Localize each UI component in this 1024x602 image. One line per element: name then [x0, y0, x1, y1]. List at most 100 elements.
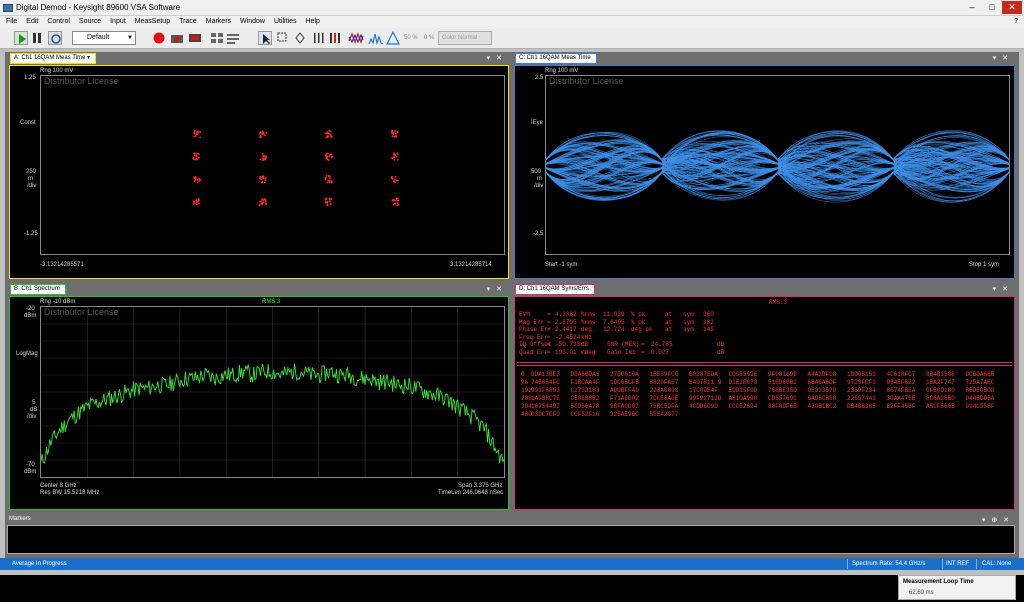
symbol-cell: EDD15F9D	[728, 387, 758, 394]
symbol-cell: 03DC7EF9	[531, 411, 560, 418]
tab-pane-b[interactable]: B: Ch1 Spectrum	[10, 284, 66, 295]
y-top-a: 1.25	[24, 75, 36, 81]
pane-d-controls[interactable]: ▾ ✕	[993, 285, 1010, 293]
app-window: Digital Demod - Keysight 89600 VSA Softw…	[0, 0, 1024, 575]
stat-cell: at	[665, 326, 673, 333]
grid-layout-icon[interactable]	[210, 31, 224, 46]
rms-label-b: RMS:3	[262, 299, 281, 305]
symbol-cell: 17C0DE4F	[689, 387, 718, 394]
menu-window[interactable]: Window	[240, 16, 265, 28]
spectrum-svg	[40, 307, 505, 477]
close-button[interactable]: ✕	[1002, 1, 1022, 14]
menu-control[interactable]: Control	[47, 16, 70, 28]
constellation-point	[390, 175, 399, 184]
spectrum-icon[interactable]	[368, 31, 384, 46]
symbol-cell: DDA13BE3	[531, 371, 560, 378]
symbol-row-index: 0	[521, 371, 525, 378]
constellation-point	[258, 130, 268, 139]
symbol-cell: 991F8853	[531, 387, 560, 394]
menu-help[interactable]: Help	[306, 16, 320, 28]
symbol-cell: 74B054FC	[531, 379, 560, 386]
y-bottom-c: -2.5	[533, 231, 544, 237]
menu-utilities[interactable]: Utilities	[274, 16, 297, 28]
pointer-icon[interactable]	[258, 31, 272, 45]
symbol-cell: 22657443	[847, 395, 876, 402]
y-unit-b: dB	[30, 407, 38, 413]
menu-source[interactable]: Source	[79, 16, 101, 28]
maximize-button[interactable]: □	[982, 1, 1002, 14]
stat-cell: 382	[703, 318, 714, 326]
stat-cell: 360	[703, 311, 714, 318]
list-view-icon[interactable]	[226, 31, 240, 46]
pause-icon[interactable]	[32, 31, 42, 46]
tab-pane-d[interactable]: D: Ch1 16QAM Syms/Errs	[515, 284, 596, 295]
pane-b-controls[interactable]: ▾ ✕	[487, 285, 504, 293]
constellation-point	[193, 130, 202, 139]
menu-input[interactable]: Input	[110, 16, 126, 28]
recording-icon[interactable]	[188, 31, 202, 46]
calibration-status[interactable]: CAL: None	[982, 558, 1011, 570]
constellation-point	[259, 152, 268, 162]
play-icon[interactable]	[14, 31, 28, 45]
band-marker-icon[interactable]	[312, 31, 324, 46]
stat-cell: kHz	[581, 333, 592, 341]
tab-pane-a[interactable]: A: Ch1 16QAM Meas Time ▾	[10, 53, 97, 64]
help-icon[interactable]: ?	[1014, 16, 1018, 28]
symbol-cell: 325AE9BC	[610, 411, 639, 418]
percent-readout-1: 50 %	[404, 35, 418, 41]
stat-cell: 0.027	[651, 348, 670, 356]
stat-cell: 11.039	[603, 311, 625, 318]
symbol-cell: 768BE35D	[768, 387, 797, 394]
stat-cell: deg	[581, 326, 592, 333]
y-top-c: 2.5	[535, 75, 544, 81]
symbol-cell: CCF52F16	[570, 411, 600, 418]
reference-status[interactable]: INT REF	[946, 558, 969, 570]
markers-table[interactable]	[7, 525, 1015, 554]
toolbar: Default ▼ 50 % 0 % Color Normal	[0, 28, 1024, 49]
wave-icon[interactable]	[348, 31, 364, 46]
restart-icon[interactable]	[48, 31, 62, 45]
y-bottom-b: -70	[26, 462, 35, 468]
eye-traces	[545, 130, 1010, 203]
constellation-plot: Distributor License	[40, 75, 505, 255]
markers-panel-controls[interactable]: ▾ ⊕ ✕	[982, 516, 1011, 524]
menu-trace[interactable]: Trace	[179, 16, 197, 28]
symbol-cell: 98FA0D07	[610, 403, 639, 410]
stat-cell: 12.724	[603, 326, 625, 333]
pane-a-controls[interactable]: ▾ ✕	[487, 54, 504, 62]
marker-bars-icon[interactable]	[328, 31, 342, 46]
symbol-cell: 16754497	[531, 403, 560, 410]
x-start-a: -3.13214285571	[40, 262, 84, 268]
constellation-point	[391, 152, 399, 161]
menu-edit[interactable]: Edit	[26, 16, 38, 28]
menu-meassetup[interactable]: MeasSetup	[135, 16, 170, 28]
camera-icon[interactable]	[170, 31, 184, 46]
menu-file[interactable]: File	[6, 16, 17, 28]
symbol-cell: 1BA2F747	[926, 379, 955, 386]
minimize-button[interactable]: –	[962, 1, 982, 14]
license-watermark-c: Distributor License	[549, 76, 624, 86]
peak-icon[interactable]	[386, 30, 400, 46]
menu-markers[interactable]: Markers	[206, 16, 231, 28]
stat-cell: % pk	[631, 311, 646, 318]
diamond-marker-icon[interactable]	[294, 31, 306, 46]
symbol-cell: DCB0A6BB	[965, 371, 995, 378]
stat-cell: SNR (MER)	[607, 341, 640, 348]
symbol-cell: 1DC65CFB	[610, 379, 639, 386]
symbol-cell: CD55569E	[728, 371, 758, 378]
tab-pane-c[interactable]: C: Ch1 16QAM Meas Time	[515, 53, 597, 64]
zoom-select-icon[interactable]	[276, 31, 290, 46]
symbol-cell: 75BC5DFA	[649, 403, 679, 410]
range-label-c: Rng 100 mV	[545, 68, 579, 74]
pane-c-controls[interactable]: ▾ ✕	[993, 54, 1010, 62]
symbol-cell: D6A6BDA3	[570, 371, 600, 378]
preset-combo[interactable]: Default ▼	[72, 31, 136, 45]
symbol-cell: C2733183	[570, 387, 600, 394]
symbol-cell: 8B4B1588	[926, 371, 955, 378]
record-icon[interactable]	[152, 31, 166, 46]
constellation-point	[390, 129, 399, 138]
symbol-cell: CD55769C	[768, 395, 797, 402]
loop-time-toast: Measurement Loop Time 62.69 ms	[898, 575, 1016, 600]
color-mode-field[interactable]: Color Normal	[438, 31, 492, 45]
symbol-cell: 6BA6A6DF	[807, 379, 837, 386]
